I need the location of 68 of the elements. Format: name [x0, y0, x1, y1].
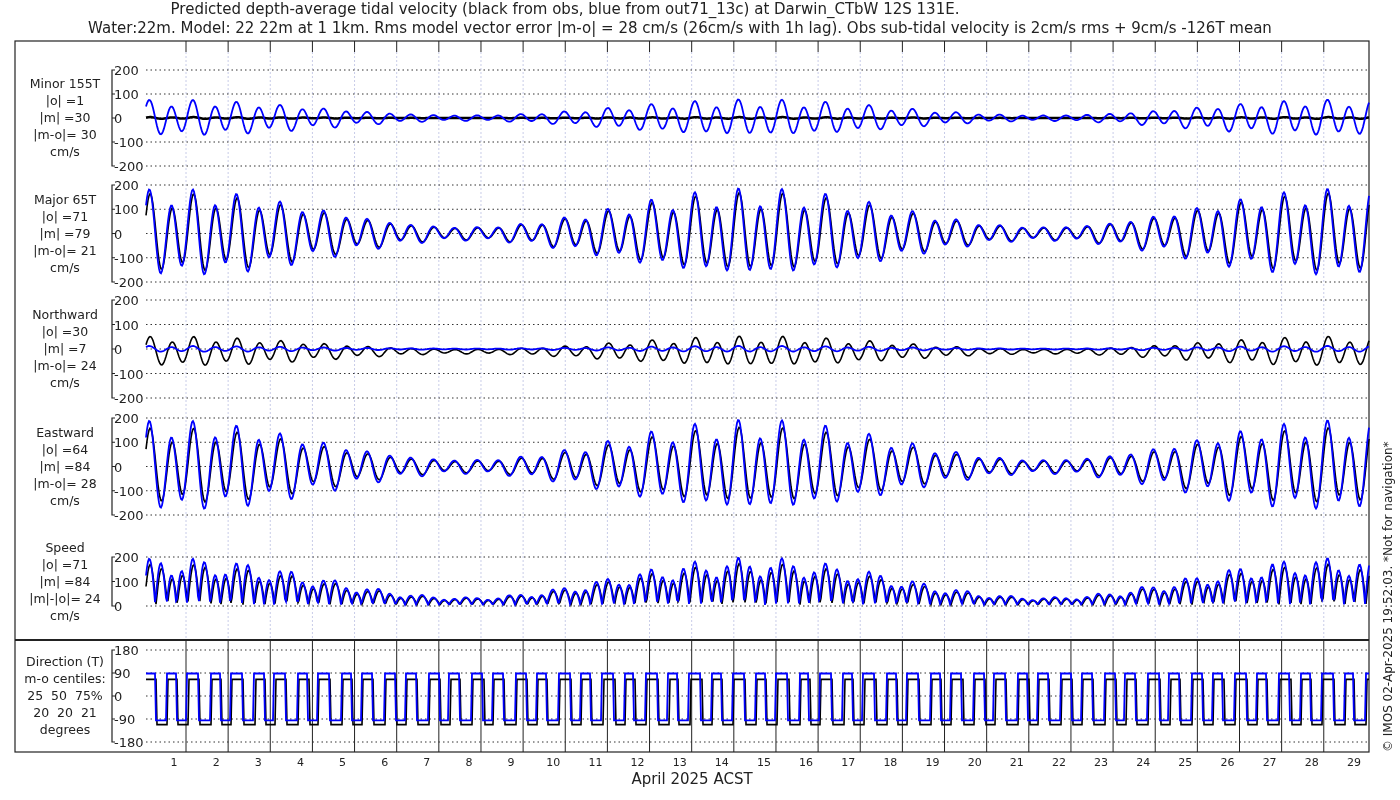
axis-title: April 2025 ACST [631, 770, 753, 788]
day-label: 8 [465, 756, 473, 769]
axis-tick-label: -200 [114, 391, 144, 406]
axis-tick-label: 200 [114, 178, 139, 193]
axis-tick-label: -100 [114, 135, 144, 150]
day-label: 19 [925, 756, 940, 769]
axis-tick-label: 90 [114, 666, 131, 681]
axis-tick-label: 180 [114, 643, 139, 658]
day-label: 24 [1136, 756, 1151, 769]
day-label: 16 [799, 756, 814, 769]
day-label: 28 [1304, 756, 1319, 769]
panel-label: Major 65T |o| =71 |m| =79 |m-o|= 21 cm/s [33, 191, 97, 275]
axis-tick-label: -90 [114, 712, 136, 727]
day-label: 18 [883, 756, 898, 769]
axis-tick-label: 200 [114, 293, 139, 308]
axis-tick-label: 200 [114, 63, 139, 78]
day-label: 15 [756, 756, 771, 769]
panel-label: Direction (T) m-o centiles: 25 50 75% 20 20 21 degrees [24, 654, 106, 737]
chart-title: Water:22m. Model: 22 22m at 1 1km. Rms model vector error |m-o| = 28 cm/s (26cm/s with 1h lag). Obs sub-tidal velocity is 2cm/s rms + 9cm/s -126T mean [88, 19, 1272, 37]
axis-tick-label: 100 [114, 574, 139, 590]
day-label: 9 [507, 756, 515, 769]
axis-tick-label: -200 [114, 275, 144, 290]
axis-tick-label: 0 [114, 111, 123, 126]
axis-tick-label: -100 [114, 250, 144, 266]
day-label: 13 [672, 756, 687, 769]
axis-tick-label: 100 [114, 87, 139, 102]
day-label: 17 [841, 756, 856, 769]
axis-tick-label: -180 [114, 735, 144, 750]
axis-tick-label: 100 [114, 202, 139, 218]
axis-tick-label: -200 [114, 159, 144, 174]
day-label: 29 [1346, 756, 1361, 769]
day-label: 7 [423, 756, 431, 769]
axis-tick-label: 0 [114, 342, 123, 357]
day-label: 23 [1094, 756, 1109, 769]
day-label: 2 [212, 756, 220, 769]
panel-label: Minor 155T |o| =1 |m| =30 |m-o|= 30 cm/s [29, 76, 101, 159]
axis-tick-label: 200 [114, 550, 139, 565]
day-label: 25 [1178, 756, 1193, 769]
axis-tick-label: 0 [114, 226, 123, 242]
chart-title: Predicted depth-average tidal velocity (black from obs, blue from out71_13c) at Darwin_CTbW 12S 131E. [170, 0, 960, 18]
day-label: 1 [170, 756, 178, 769]
day-label: 27 [1262, 756, 1277, 769]
day-label: 20 [967, 756, 982, 769]
panel-label: Speed |o| =71 |m| =84 |m|-|o|= 24 cm/s [29, 539, 101, 623]
panel-label: Eastward |o| =64 |m| =84 |m-o|= 28 cm/s [33, 424, 97, 508]
axis-tick-label: 0 [114, 459, 123, 475]
axis-tick-label: 200 [114, 411, 139, 426]
axis-tick-label: 100 [114, 317, 139, 333]
day-label: 10 [546, 756, 561, 769]
day-label: 21 [1009, 756, 1024, 769]
y-axis [111, 556, 116, 607]
day-label: 4 [296, 756, 304, 769]
axis-tick-label: -100 [114, 366, 144, 382]
day-label: 6 [381, 756, 389, 769]
axis-tick-label: 100 [114, 435, 139, 451]
axis-tick-label: 0 [114, 689, 123, 704]
day-label: 26 [1220, 756, 1235, 769]
day-label: 22 [1051, 756, 1066, 769]
axis-tick-label: -100 [114, 483, 144, 499]
day-label: 3 [254, 756, 262, 769]
day-label: 12 [630, 756, 645, 769]
day-label: 5 [339, 756, 347, 769]
axis-tick-label: -200 [114, 508, 144, 523]
day-label: 14 [714, 756, 729, 769]
day-label: 11 [588, 756, 603, 769]
axis-tick-label: 0 [114, 599, 123, 614]
copyright-notice: © IMOS 02-Apr-2025 19:52:03. *Not for navigation* [1381, 441, 1395, 752]
panel-label: Northward |o| =30 |m| =7 |m-o|= 24 cm/s [32, 307, 98, 390]
